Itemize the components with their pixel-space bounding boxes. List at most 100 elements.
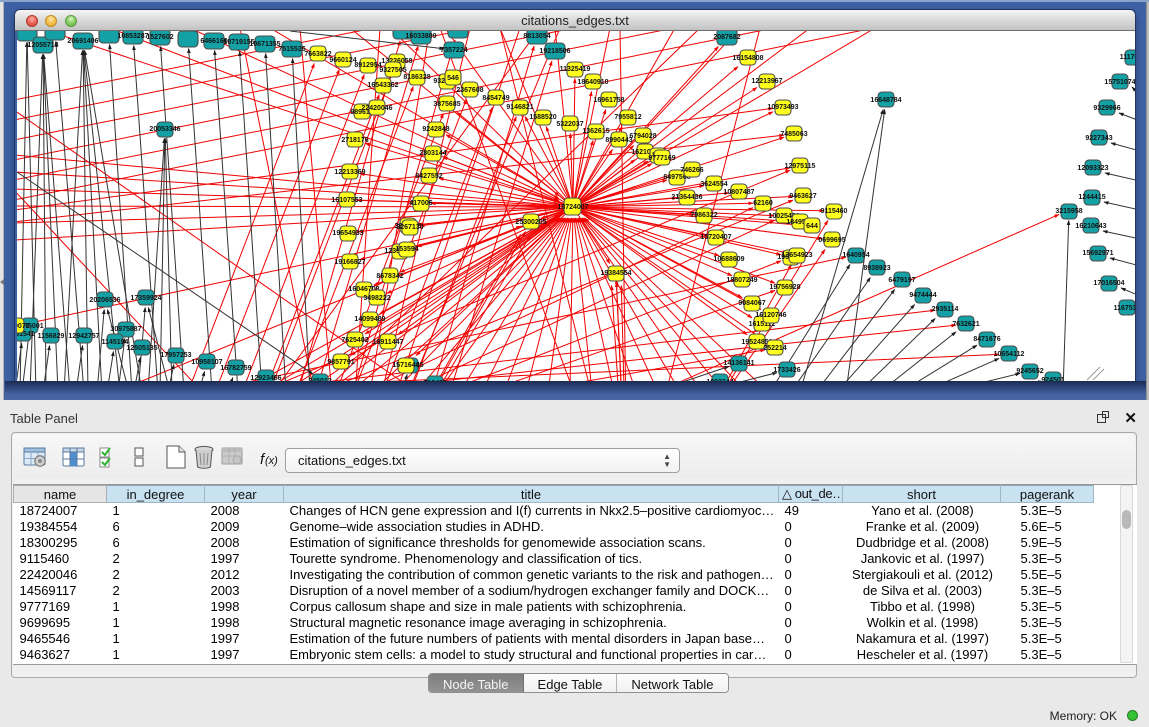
svg-text:1156829: 1156829 <box>38 333 65 340</box>
svg-text:19756928: 19756928 <box>769 284 800 291</box>
svg-text:8938923: 8938923 <box>863 265 890 272</box>
svg-text:13654923: 13654923 <box>781 252 812 259</box>
svg-text:2087682: 2087682 <box>713 34 740 41</box>
svg-text:8186328: 8186328 <box>403 74 430 81</box>
svg-text:8912954: 8912954 <box>354 62 381 69</box>
svg-text:12055713: 12055713 <box>27 42 58 49</box>
svg-text:10958107: 10958107 <box>191 359 222 366</box>
svg-text:18807249: 18807249 <box>726 277 757 284</box>
svg-text:7515526: 7515526 <box>278 46 305 53</box>
svg-text:3498222: 3498222 <box>363 295 390 302</box>
svg-text:1145194: 1145194 <box>102 339 129 346</box>
svg-text:12505135: 12505135 <box>126 345 157 352</box>
svg-text:8813054: 8813054 <box>523 33 550 40</box>
svg-text:16911447: 16911447 <box>373 339 404 346</box>
svg-text:14136141: 14136141 <box>723 360 754 367</box>
svg-text:16648784: 16648784 <box>870 97 901 104</box>
svg-text:17359924: 17359924 <box>130 295 161 302</box>
svg-text:16543362: 16543362 <box>367 82 398 89</box>
svg-text:1527602: 1527602 <box>146 34 173 41</box>
svg-text:15692971: 15692971 <box>1082 250 1113 257</box>
svg-text:1117074: 1117074 <box>1120 54 1135 61</box>
svg-text:9115460: 9115460 <box>821 208 848 215</box>
svg-text:9777169: 9777169 <box>648 155 675 162</box>
svg-text:14099489: 14099489 <box>354 316 385 323</box>
svg-text:16107553: 16107553 <box>331 197 362 204</box>
svg-text:12942757: 12942757 <box>68 333 99 340</box>
svg-text:22420046: 22420046 <box>361 105 392 112</box>
svg-text:30975887: 30975887 <box>110 326 141 333</box>
svg-text:9245652: 9245652 <box>1016 368 1043 375</box>
svg-text:1167531: 1167531 <box>1114 305 1135 312</box>
svg-text:644: 644 <box>806 223 818 230</box>
svg-text:10688609: 10688609 <box>713 256 744 263</box>
svg-text:1588520: 1588520 <box>529 114 556 121</box>
svg-text:7485063: 7485063 <box>780 131 807 138</box>
svg-text:16120746: 16120746 <box>755 312 786 319</box>
svg-text:8427552: 8427552 <box>415 173 442 180</box>
svg-text:9146821: 9146821 <box>506 104 533 111</box>
svg-text:12213369: 12213369 <box>334 169 365 176</box>
svg-text:10654112: 10654112 <box>994 351 1025 358</box>
svg-text:1733426: 1733426 <box>773 367 800 374</box>
svg-text:25300205: 25300205 <box>515 219 546 226</box>
svg-text:10807487: 10807487 <box>723 189 754 196</box>
svg-text:7986322: 7986322 <box>690 212 717 219</box>
svg-text:3215958: 3215958 <box>1055 208 1082 215</box>
svg-text:9463627: 9463627 <box>789 193 816 200</box>
svg-text:18640910: 18640910 <box>577 79 608 86</box>
svg-text:12975115: 12975115 <box>785 163 816 170</box>
svg-text:19384554: 19384554 <box>600 270 631 277</box>
svg-text:3624554: 3624554 <box>700 181 727 188</box>
svg-text:1244415: 1244415 <box>1078 194 1105 201</box>
svg-text:21364436: 21364436 <box>671 194 702 201</box>
svg-text:1362615: 1362615 <box>582 128 609 135</box>
svg-text:62160: 62160 <box>753 200 773 207</box>
svg-text:9474444: 9474444 <box>909 292 936 299</box>
svg-text:2935114: 2935114 <box>932 306 959 313</box>
svg-text:153594: 153594 <box>395 246 418 253</box>
svg-text:7625402: 7625402 <box>341 337 368 344</box>
svg-text:(x): (x) <box>265 455 278 467</box>
svg-text:1640954: 1640954 <box>842 252 869 259</box>
svg-text:1571644: 1571644 <box>392 362 419 369</box>
svg-text:9084067: 9084067 <box>738 300 765 307</box>
svg-text:546: 546 <box>447 75 459 82</box>
svg-text:6479197: 6479197 <box>888 277 915 284</box>
svg-text:8471676: 8471676 <box>973 336 1000 343</box>
svg-text:3267130: 3267130 <box>396 224 423 231</box>
svg-text:10853287: 10853287 <box>117 33 148 40</box>
svg-text:12213967: 12213967 <box>751 78 782 85</box>
svg-text:10973493: 10973493 <box>767 104 798 111</box>
svg-text:12093323: 12093323 <box>1077 165 1108 172</box>
svg-text:9227343: 9227343 <box>1085 135 1112 142</box>
svg-text:20206536: 20206536 <box>89 297 120 304</box>
svg-text:11325419: 11325419 <box>560 66 591 73</box>
svg-text:19218506: 19218506 <box>539 48 570 55</box>
svg-text:9242848: 9242848 <box>422 126 449 133</box>
svg-text:16033809: 16033809 <box>405 33 436 40</box>
svg-text:8454749: 8454749 <box>482 95 509 102</box>
svg-text:3875685: 3875685 <box>433 101 460 108</box>
svg-text:16154808: 16154808 <box>732 55 763 62</box>
svg-text:5322037: 5322037 <box>556 121 583 128</box>
svg-text:7955812: 7955812 <box>614 114 641 121</box>
svg-text:16782759: 16782759 <box>220 365 251 372</box>
svg-text:15751074: 15751074 <box>1104 79 1135 86</box>
svg-text:252214: 252214 <box>763 345 786 352</box>
svg-text:7357224: 7357224 <box>440 47 467 54</box>
svg-text:8678342: 8678342 <box>376 273 403 280</box>
svg-text:7510072: 7510072 <box>17 323 30 330</box>
svg-text:2718176: 2718176 <box>341 137 368 144</box>
svg-text:17957253: 17957253 <box>160 352 191 359</box>
svg-text:9327505: 9327505 <box>379 67 406 74</box>
svg-text:17016504: 17016504 <box>1093 280 1124 287</box>
svg-text:7663822: 7663822 <box>304 51 331 58</box>
svg-text:16210643: 16210643 <box>1075 223 1106 230</box>
svg-text:18724007: 18724007 <box>557 204 588 211</box>
svg-text:20053346: 20053346 <box>149 126 180 133</box>
svg-text:20691406: 20691406 <box>67 38 98 45</box>
svg-text:6794028: 6794028 <box>629 133 656 140</box>
svg-text:9329966: 9329966 <box>1093 105 1120 112</box>
svg-text:2803144: 2803144 <box>419 150 446 157</box>
